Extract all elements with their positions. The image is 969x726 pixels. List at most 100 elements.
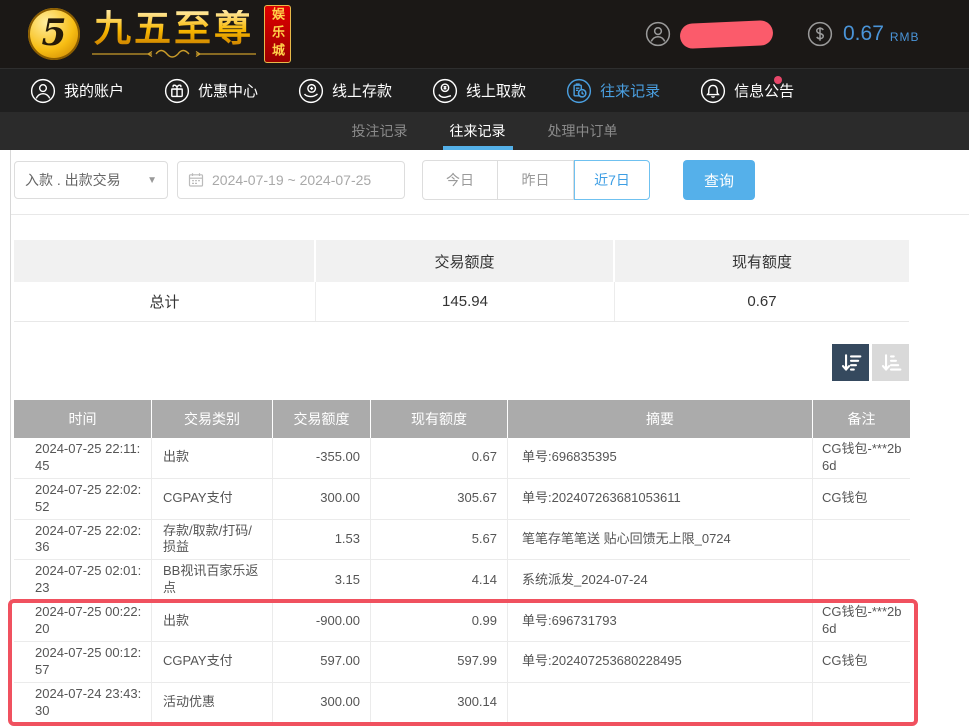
cell-summary: 单号:202407253680228495 — [508, 642, 813, 683]
cell-type: CGPAY支付 — [152, 642, 273, 683]
cell-time: 2024-07-25 22:02:36 — [14, 520, 152, 561]
summary-header-transaction: 交易额度 — [316, 240, 615, 282]
cell-balance: 305.67 — [371, 479, 508, 520]
cell-amount: 300.00 — [273, 479, 371, 520]
nav-item-优惠中心[interactable]: 优惠中心 — [164, 78, 258, 104]
gift-icon — [164, 78, 190, 104]
brand-name: 九五至尊 — [94, 10, 254, 47]
table-header-cell: 交易类别 — [152, 400, 273, 438]
search-button[interactable]: 查询 — [683, 160, 755, 200]
nav-item-线上存款[interactable]: 线上存款 — [298, 78, 392, 104]
sort-ascending-button[interactable] — [872, 344, 909, 381]
summary-total-label: 总计 — [14, 282, 316, 321]
table-header-cell: 备注 — [813, 400, 910, 438]
content-left-border — [10, 150, 11, 706]
cell-balance: 0.99 — [371, 601, 508, 642]
cell-balance: 5.67 — [371, 520, 508, 561]
cell-amount: 3.15 — [273, 560, 371, 601]
chevron-down-icon: ▼ — [147, 175, 157, 186]
table-row: 2024-07-25 00:22:20 出款 -900.00 0.99 单号:6… — [14, 601, 910, 642]
nav-item-label: 我的账户 — [64, 80, 124, 101]
cell-type: 存款/取款/打码/损益 — [152, 520, 273, 561]
table-header-row: 时间交易类别交易额度现有额度摘要备注 — [14, 400, 910, 438]
cell-time: 2024-07-25 02:01:23 — [14, 560, 152, 601]
highlight-annotation: 2024-07-25 00:22:20 出款 -900.00 0.99 单号:6… — [14, 601, 910, 723]
summary-header-blank — [14, 240, 316, 282]
calendar-icon — [188, 172, 204, 188]
top-header: 5 九五至尊 娱乐城 0.67 RMB — [0, 0, 969, 68]
cell-type: 出款 — [152, 601, 273, 642]
date-range-input[interactable]: 2024-07-19 ~ 2024-07-25 — [177, 161, 405, 199]
cell-time: 2024-07-25 22:11:45 — [14, 438, 152, 479]
cell-type: 活动优惠 — [152, 683, 273, 724]
bell-icon — [700, 78, 726, 104]
main-nav: 我的账户 优惠中心 线上存款 线上取款 往来记录 信息公告 — [0, 68, 969, 112]
records-icon — [566, 78, 592, 104]
cell-remark — [813, 520, 910, 561]
cell-remark: CG钱包-***2b6d — [813, 438, 910, 479]
logo-coin-icon: 5 — [28, 8, 80, 60]
transactions-table: 时间交易类别交易额度现有额度摘要备注 2024-07-25 22:11:45 出… — [14, 400, 910, 723]
cell-balance: 597.99 — [371, 642, 508, 683]
cell-remark — [813, 683, 910, 724]
tab-处理中订单[interactable]: 处理中订单 — [548, 112, 618, 150]
nav-item-我的账户[interactable]: 我的账户 — [30, 78, 124, 104]
notification-dot — [774, 76, 782, 84]
cell-balance: 0.67 — [371, 438, 508, 479]
quick-date-昨日[interactable]: 昨日 — [498, 160, 574, 200]
deposit-icon — [298, 78, 324, 104]
summary-header-balance: 现有额度 — [615, 240, 909, 282]
site-logo[interactable]: 5 九五至尊 娱乐城 — [28, 5, 291, 63]
quick-date-今日[interactable]: 今日 — [422, 160, 498, 200]
table-row: 2024-07-25 22:02:36 存款/取款/打码/损益 1.53 5.6… — [14, 520, 910, 561]
table-row: 2024-07-25 02:01:23 BB视讯百家乐返点 3.15 4.14 … — [14, 560, 910, 601]
section-divider — [11, 214, 969, 215]
cell-summary: 单号:696731793 — [508, 601, 813, 642]
cell-balance: 300.14 — [371, 683, 508, 724]
quick-date-近7日[interactable]: 近7日 — [574, 160, 650, 200]
nav-item-label: 优惠中心 — [198, 80, 258, 101]
transaction-type-select[interactable]: 入款 . 出款交易 ▼ — [14, 161, 168, 199]
cell-remark: CG钱包 — [813, 642, 910, 683]
user-icon — [30, 78, 56, 104]
cell-summary: 单号:202407263681053611 — [508, 479, 813, 520]
balance-coin-icon — [807, 21, 833, 47]
summary-transaction-value: 145.94 — [316, 282, 615, 321]
table-row: 2024-07-25 00:12:57 CGPAY支付 597.00 597.9… — [14, 642, 910, 683]
cell-remark: CG钱包 — [813, 479, 910, 520]
sort-descending-button[interactable] — [832, 344, 869, 381]
tab-往来记录[interactable]: 往来记录 — [450, 112, 506, 150]
cell-amount: -900.00 — [273, 601, 371, 642]
record-tabs: 投注记录 往来记录 处理中订单 — [0, 112, 969, 150]
nav-item-label: 线上取款 — [466, 80, 526, 101]
cell-remark: CG钱包-***2b6d — [813, 601, 910, 642]
cell-amount: -355.00 — [273, 438, 371, 479]
tab-投注记录[interactable]: 投注记录 — [352, 112, 408, 150]
nav-item-信息公告[interactable]: 信息公告 — [700, 78, 794, 104]
table-header-cell: 现有额度 — [371, 400, 508, 438]
flourish-ornament-icon — [90, 49, 258, 59]
cell-summary — [508, 683, 813, 724]
withdraw-icon — [432, 78, 458, 104]
nav-item-线上取款[interactable]: 线上取款 — [432, 78, 526, 104]
balance-amount: 0.67 — [843, 22, 884, 46]
cell-summary: 单号:696835395 — [508, 438, 813, 479]
sort-descending-icon — [840, 352, 862, 374]
quick-date-group: 今日 昨日 近7日 — [422, 160, 650, 200]
cell-summary: 笔笔存笔笔送 贴心回馈无上限_0724 — [508, 520, 813, 561]
summary-balance-value: 0.67 — [615, 282, 909, 321]
nav-item-label: 信息公告 — [734, 80, 794, 101]
table-body-normal: 2024-07-25 22:11:45 出款 -355.00 0.67 单号:6… — [14, 438, 910, 601]
sort-controls — [832, 344, 909, 381]
nav-item-label: 线上存款 — [332, 80, 392, 101]
sort-ascending-icon — [880, 352, 902, 374]
table-header-cell: 摘要 — [508, 400, 813, 438]
cell-time: 2024-07-25 00:22:20 — [14, 601, 152, 642]
cell-remark — [813, 560, 910, 601]
cell-type: BB视讯百家乐返点 — [152, 560, 273, 601]
balance-currency: RMB — [890, 25, 920, 44]
account-avatar-icon[interactable] — [645, 21, 671, 47]
nav-item-往来记录[interactable]: 往来记录 — [566, 78, 660, 104]
brand-badge: 娱乐城 — [264, 5, 291, 63]
summary-table: 交易额度 现有额度 总计 145.94 0.67 — [14, 240, 909, 322]
